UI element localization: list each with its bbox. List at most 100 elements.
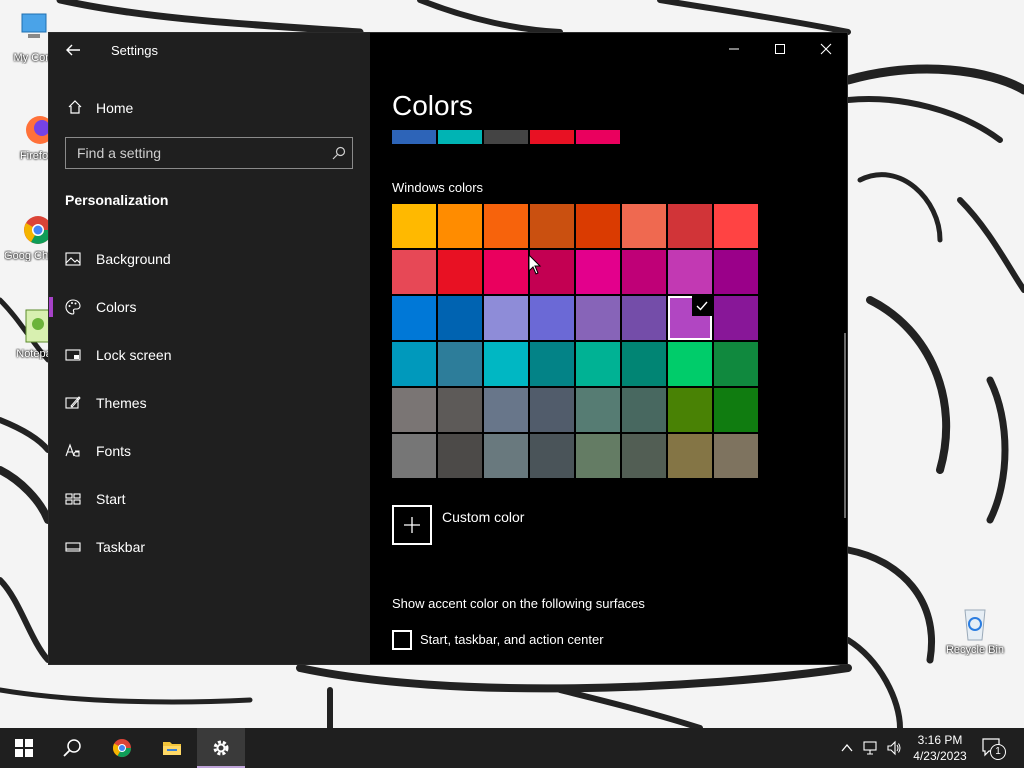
picture-icon <box>65 252 81 266</box>
settings-window: Settings Home Personalization Background… <box>48 32 848 665</box>
color-swatch[interactable] <box>622 434 666 478</box>
sidebar-item-label: Colors <box>96 299 137 315</box>
color-swatch[interactable] <box>668 388 712 432</box>
title-bar[interactable]: Settings <box>49 33 370 67</box>
color-swatch[interactable] <box>622 250 666 294</box>
color-swatch[interactable] <box>438 296 482 340</box>
color-swatch[interactable] <box>392 296 436 340</box>
color-swatch[interactable] <box>576 296 620 340</box>
color-swatch[interactable] <box>484 434 528 478</box>
scrollbar[interactable] <box>844 333 846 518</box>
recent-color-swatch[interactable] <box>576 130 620 144</box>
sidebar-item-background[interactable]: Background <box>49 239 370 279</box>
desktop-icon-recycle-bin[interactable]: Recycle Bin <box>944 602 1006 656</box>
color-swatch[interactable] <box>576 434 620 478</box>
color-swatch-selected[interactable] <box>668 296 712 340</box>
start-taskbar-checkbox[interactable] <box>392 630 412 650</box>
color-swatch[interactable] <box>530 296 574 340</box>
color-swatch[interactable] <box>484 204 528 248</box>
color-swatch[interactable] <box>438 342 482 386</box>
settings-button[interactable] <box>197 728 245 768</box>
color-swatch[interactable] <box>530 204 574 248</box>
color-swatch[interactable] <box>530 342 574 386</box>
network-icon[interactable] <box>863 740 879 756</box>
color-swatch[interactable] <box>438 388 482 432</box>
color-swatch[interactable] <box>622 388 666 432</box>
color-swatch[interactable] <box>714 388 758 432</box>
search-box[interactable] <box>65 137 353 169</box>
taskbar: 3:16 PM 4/23/2023 1 <box>0 728 1024 768</box>
color-swatch[interactable] <box>530 388 574 432</box>
recent-color-swatch[interactable] <box>530 130 574 144</box>
color-swatch[interactable] <box>576 250 620 294</box>
color-swatch[interactable] <box>438 434 482 478</box>
color-swatch[interactable] <box>484 388 528 432</box>
color-swatch[interactable] <box>576 204 620 248</box>
search-icon[interactable] <box>332 146 346 160</box>
file-explorer-button[interactable] <box>148 728 196 768</box>
sidebar-item-lock-screen[interactable]: Lock screen <box>49 335 370 375</box>
sidebar-item-colors[interactable]: Colors <box>49 287 370 327</box>
recent-color-swatch[interactable] <box>438 130 482 144</box>
minimize-button[interactable] <box>711 33 757 65</box>
sidebar-item-themes[interactable]: Themes <box>49 383 370 423</box>
custom-color-label: Custom color <box>442 509 525 525</box>
color-swatch[interactable] <box>484 296 528 340</box>
color-swatch[interactable] <box>714 296 758 340</box>
recent-color-swatch[interactable] <box>392 130 436 144</box>
color-swatch[interactable] <box>622 342 666 386</box>
color-swatch[interactable] <box>484 250 528 294</box>
accent-surfaces-heading: Show accent color on the following surfa… <box>392 596 645 611</box>
color-swatch[interactable] <box>668 250 712 294</box>
chrome-button[interactable] <box>98 728 146 768</box>
recent-colors <box>392 130 620 144</box>
color-swatch[interactable] <box>392 388 436 432</box>
chrome-icon <box>112 739 131 758</box>
recycle-bin-icon <box>955 602 995 642</box>
show-hidden-icons-chevron-icon[interactable] <box>839 740 855 756</box>
color-swatch[interactable] <box>576 342 620 386</box>
color-swatch[interactable] <box>484 342 528 386</box>
color-swatch[interactable] <box>622 296 666 340</box>
search-input[interactable] <box>66 138 316 168</box>
color-swatch[interactable] <box>576 388 620 432</box>
back-button[interactable] <box>61 39 85 61</box>
color-swatch[interactable] <box>438 250 482 294</box>
close-button[interactable] <box>803 33 847 65</box>
color-swatch[interactable] <box>668 434 712 478</box>
search-button[interactable] <box>48 728 96 768</box>
action-center-button[interactable]: 1 <box>980 736 1008 760</box>
mouse-cursor-icon <box>528 254 542 275</box>
back-arrow-icon <box>66 44 80 56</box>
color-swatch[interactable] <box>392 434 436 478</box>
color-swatch[interactable] <box>438 204 482 248</box>
color-swatch[interactable] <box>668 342 712 386</box>
color-swatch[interactable] <box>392 204 436 248</box>
system-clock[interactable]: 3:16 PM 4/23/2023 <box>908 732 972 764</box>
color-swatch[interactable] <box>714 250 758 294</box>
sidebar-item-taskbar[interactable]: Taskbar <box>49 527 370 567</box>
sidebar-item-fonts[interactable]: Fonts <box>49 431 370 471</box>
start-button[interactable] <box>0 728 48 768</box>
color-swatch[interactable] <box>622 204 666 248</box>
checkmark-icon <box>692 296 712 316</box>
sidebar-item-home[interactable]: Home <box>49 93 370 123</box>
home-icon <box>68 100 82 114</box>
sidebar-item-label: Start <box>96 491 126 507</box>
color-swatch[interactable] <box>392 342 436 386</box>
maximize-button[interactable] <box>757 33 803 65</box>
custom-color-button[interactable]: Custom color <box>392 505 692 547</box>
plus-box <box>392 505 432 545</box>
color-swatch[interactable] <box>714 434 758 478</box>
volume-icon[interactable] <box>886 740 902 756</box>
recent-color-swatch[interactable] <box>484 130 528 144</box>
desktop-icon-label: Recycle Bin <box>945 644 1005 656</box>
color-swatch[interactable] <box>392 250 436 294</box>
color-swatch[interactable] <box>714 204 758 248</box>
color-swatch[interactable] <box>530 434 574 478</box>
color-swatch[interactable] <box>714 342 758 386</box>
clock-date: 4/23/2023 <box>913 749 967 763</box>
start-icon <box>65 493 81 505</box>
sidebar-item-start[interactable]: Start <box>49 479 370 519</box>
color-swatch[interactable] <box>668 204 712 248</box>
